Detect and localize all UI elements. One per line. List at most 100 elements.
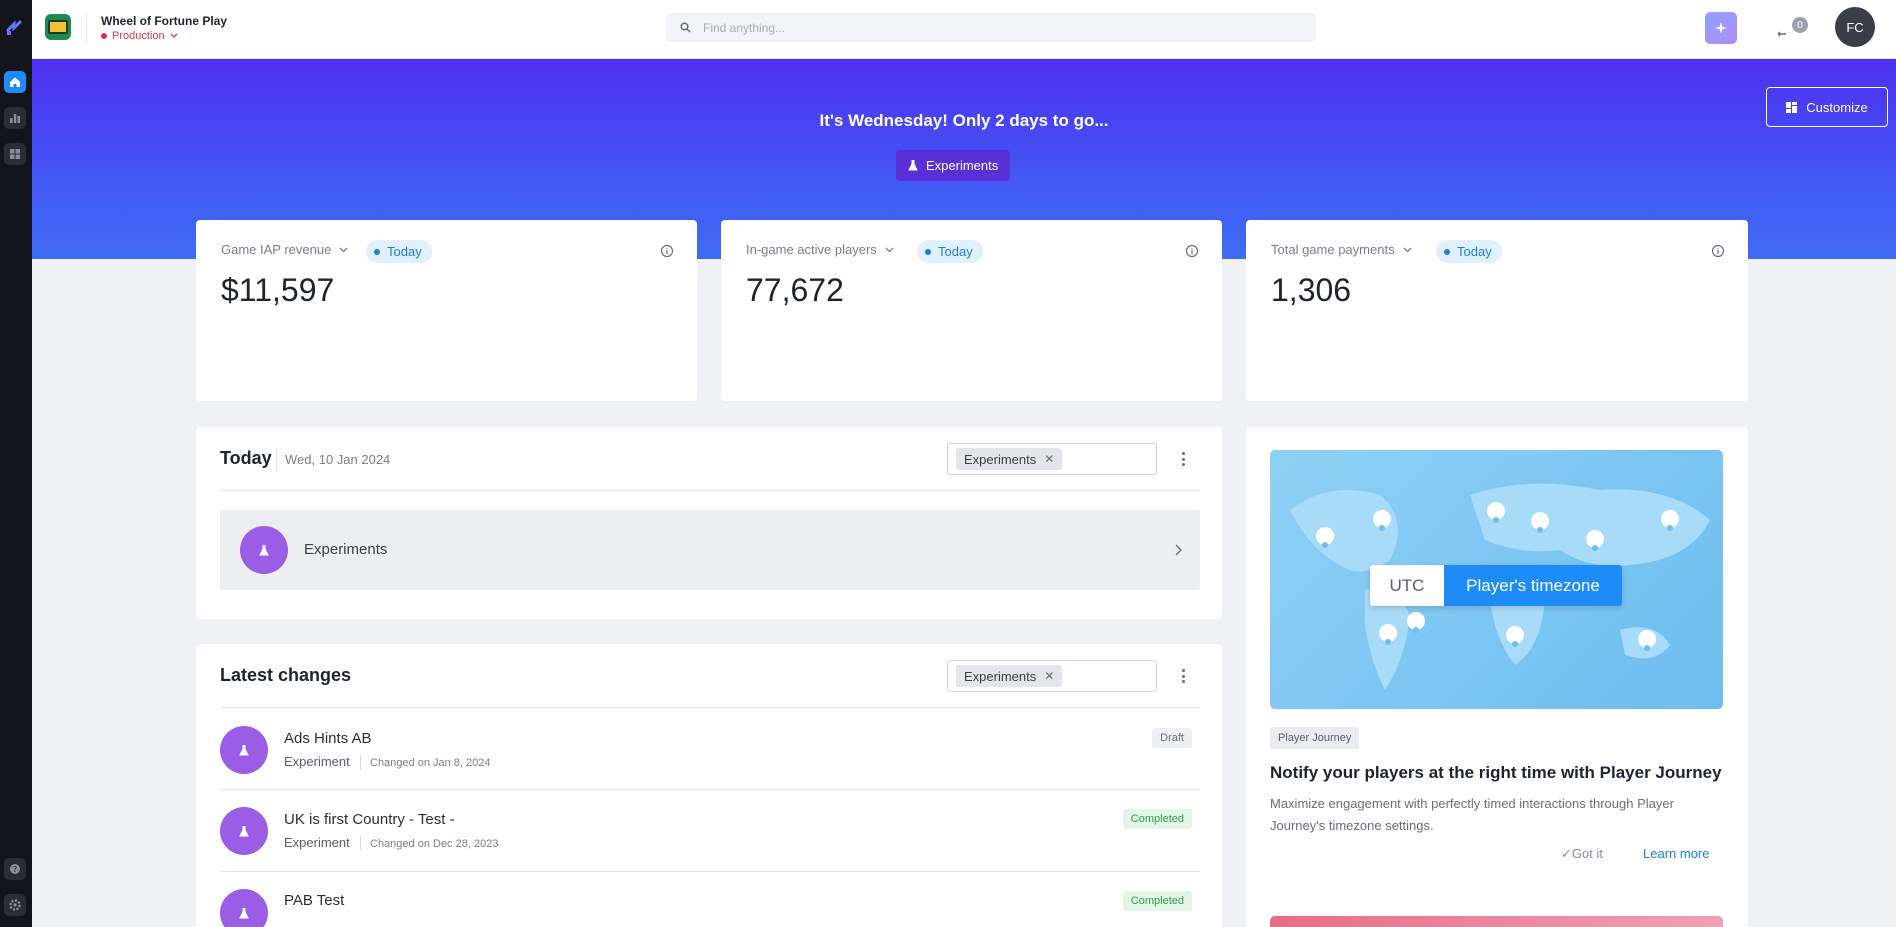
info-icon[interactable] [660, 244, 674, 258]
changes-icon [1777, 31, 1786, 37]
player-journey-tag: Player Journey [1270, 727, 1360, 749]
chevron-down-icon [339, 247, 348, 252]
check-icon: ✓ [1561, 846, 1572, 861]
more-options-icon[interactable] [1178, 666, 1188, 686]
got-it-button[interactable]: ✓Got it [1561, 846, 1603, 862]
period-label: Today [938, 244, 973, 259]
more-options-icon[interactable] [1178, 449, 1188, 469]
period-dot [374, 248, 380, 255]
help-icon[interactable]: ? [4, 858, 26, 880]
promo-title: Notify your players at the right time wi… [1270, 763, 1722, 782]
kpi-metric-selector[interactable]: Game IAP revenue [221, 242, 348, 257]
today-filter-input[interactable]: Experiments ✕ [947, 443, 1157, 475]
experiment-avatar [220, 807, 268, 855]
kpi-card-total-payments: Total game payments Today 1,306 [1246, 220, 1748, 401]
next-promo-banner [1270, 916, 1723, 927]
layout-icon [1786, 101, 1798, 113]
user-avatar[interactable]: FC [1835, 7, 1875, 47]
home-icon[interactable] [4, 71, 26, 93]
latest-changes-card: Latest changes Experiments ✕ Ads Hints A… [196, 644, 1222, 927]
chevron-down-icon [170, 33, 178, 38]
hero-message: It's Wednesday! Only 2 days to go... [819, 111, 1109, 130]
top-bar: Wheel of Fortune Play Production 0 FC [32, 0, 1896, 59]
utc-option[interactable]: UTC [1370, 565, 1444, 606]
kpi-value: 1,306 [1271, 272, 1352, 308]
chevron-down-icon [1403, 247, 1412, 252]
global-search[interactable] [666, 13, 1316, 42]
kpi-metric-selector[interactable]: In-game active players [746, 242, 894, 257]
app-title[interactable]: Wheel of Fortune Play [101, 14, 227, 28]
notifications-button[interactable]: 0 [1772, 14, 1808, 44]
flask-icon [239, 744, 249, 755]
app-icon[interactable] [45, 14, 71, 40]
experiments-row[interactable]: Experiments [220, 510, 1200, 590]
world-map-illustration: UTC Player's timezone [1270, 450, 1723, 709]
kpi-card-active-players: In-game active players Today 77,672 [721, 220, 1222, 401]
today-title: Today [220, 448, 272, 468]
change-date: Changed on Dec 28, 2023 [370, 838, 499, 850]
remove-tag-icon[interactable]: ✕ [1044, 452, 1054, 466]
customize-label: Customize [1806, 99, 1868, 115]
period-label: Today [1457, 244, 1492, 259]
change-date: Changed on Jan 8, 2024 [370, 757, 491, 769]
experiment-avatar [220, 726, 268, 774]
settings-gear-icon[interactable] [4, 894, 26, 916]
player-timezone-option[interactable]: Player's timezone [1444, 565, 1622, 606]
environment-dot [101, 33, 107, 39]
kpi-value: 77,672 [746, 272, 844, 308]
period-dot [925, 248, 931, 255]
kpi-metric-selector[interactable]: Total game payments [1271, 242, 1412, 257]
info-icon[interactable] [1711, 244, 1725, 258]
experiment-avatar [220, 889, 268, 927]
hero-experiments-chip[interactable]: Experiments [896, 150, 1011, 181]
notification-count-badge: 0 [1792, 17, 1808, 33]
filter-tag-label: Experiments [964, 451, 1037, 467]
kpi-card-iap-revenue: Game IAP revenue Today $11,597 [196, 220, 697, 401]
divider [220, 490, 1200, 491]
got-it-label: Got it [1571, 846, 1603, 861]
ai-assistant-button[interactable] [1705, 12, 1737, 44]
filter-tag-label: Experiments [964, 668, 1037, 684]
kpi-label: Total game payments [1271, 242, 1395, 257]
change-type: Experiment [284, 835, 350, 850]
chevron-right-icon [1175, 544, 1182, 556]
latest-filter-input[interactable]: Experiments ✕ [947, 660, 1157, 692]
divider [276, 449, 277, 471]
period-dot [1444, 248, 1450, 255]
remove-tag-icon[interactable]: ✕ [1044, 669, 1054, 683]
status-badge: Draft [1152, 728, 1192, 748]
learn-more-link[interactable]: Learn more [1643, 846, 1709, 861]
latest-changes-title: Latest changes [220, 665, 352, 685]
info-icon[interactable] [1185, 244, 1199, 258]
change-item[interactable]: PAB Test Completed [220, 872, 1200, 927]
experiment-avatar [240, 526, 288, 574]
search-icon [680, 22, 691, 33]
promo-description: Maximize engagement with perfectly timed… [1270, 796, 1674, 833]
chevron-down-icon [885, 247, 894, 252]
analytics-icon[interactable] [4, 107, 26, 129]
customize-button[interactable]: Customize [1766, 87, 1888, 127]
environment-selector[interactable]: Production [101, 30, 178, 42]
change-name: UK is first Country - Test - [284, 811, 455, 828]
search-input[interactable] [703, 20, 1283, 35]
flask-icon [239, 825, 249, 836]
today-date: Wed, 10 Jan 2024 [285, 452, 391, 467]
period-pill[interactable]: Today [366, 240, 432, 263]
period-pill[interactable]: Today [1436, 240, 1502, 263]
change-item[interactable]: Ads Hints AB Experiment Changed on Jan 8… [220, 708, 1200, 790]
brand-logo-icon[interactable] [4, 16, 26, 38]
flask-icon [908, 160, 918, 171]
period-pill[interactable]: Today [917, 240, 983, 263]
change-item[interactable]: UK is first Country - Test - Experiment … [220, 790, 1200, 872]
status-badge: Completed [1122, 891, 1192, 911]
change-name: Ads Hints AB [284, 730, 372, 747]
timezone-toggle[interactable]: UTC Player's timezone [1370, 565, 1622, 606]
filter-tag: Experiments ✕ [956, 665, 1063, 687]
filter-tag: Experiments ✕ [956, 448, 1063, 470]
dashboard-icon[interactable] [4, 143, 26, 165]
player-journey-promo-card: UTC Player's timezone Player Journey Not… [1246, 427, 1748, 927]
sparkle-icon [1715, 22, 1727, 34]
change-name: PAB Test [284, 892, 345, 909]
svg-text:?: ? [13, 865, 17, 874]
kpi-label: In-game active players [746, 242, 877, 257]
